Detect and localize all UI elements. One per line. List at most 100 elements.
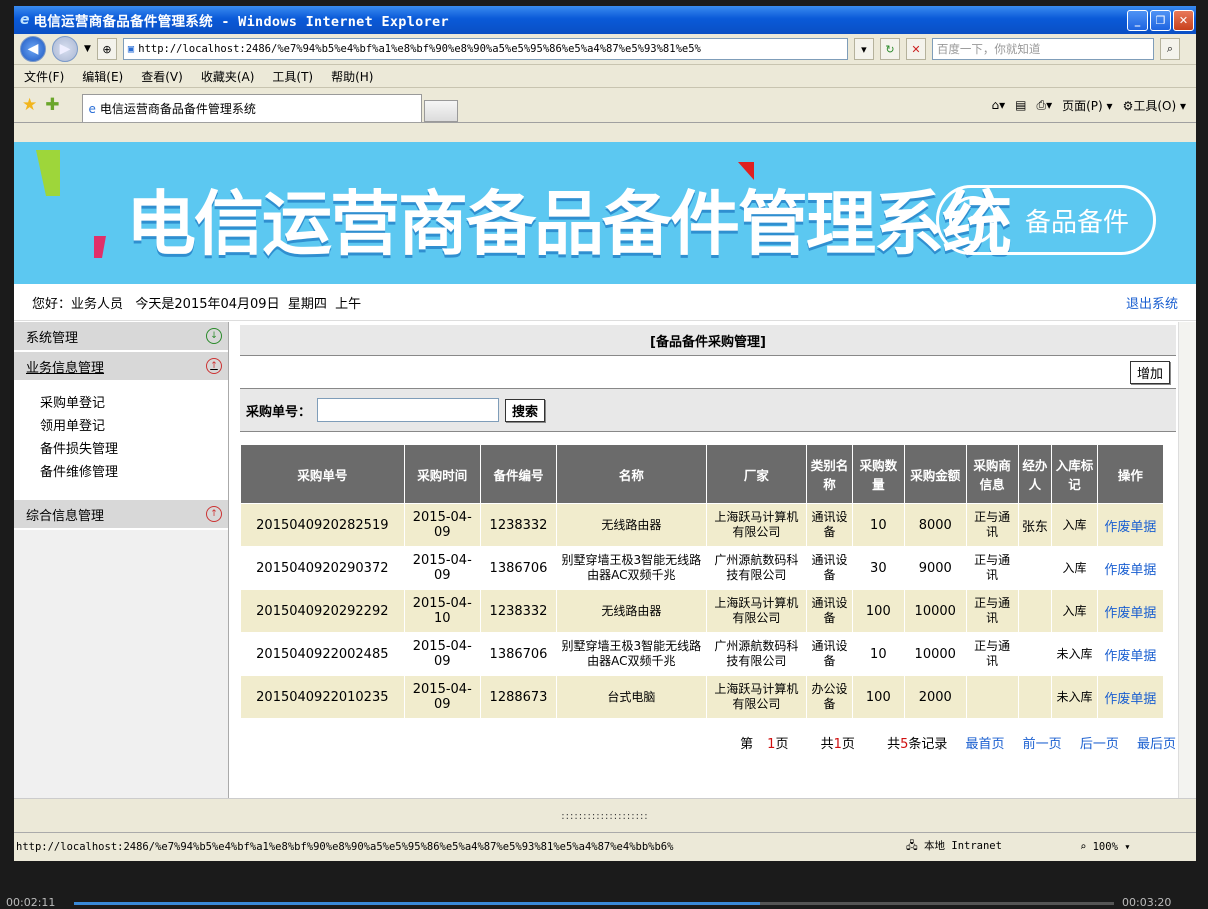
zoom-level[interactable]: ⌕ 100% ▾ <box>1080 841 1131 853</box>
menu-favorites[interactable]: 收藏夹(A) <box>201 68 255 85</box>
void-order-link[interactable]: 作废单据 <box>1096 589 1165 633</box>
print-icon[interactable]: ⎙▾ <box>1037 98 1053 113</box>
expand-icon: ↓ <box>206 328 222 344</box>
menu-tools[interactable]: 工具(T) <box>272 68 313 85</box>
ie-window: e 电信运营商备品备件管理系统 - Windows Internet Explo… <box>14 6 1196 861</box>
prev-page-link[interactable]: 前一页 <box>1023 737 1062 752</box>
cell-name: 别墅穿墙王极3智能无线路由器AC双频千兆 <box>556 632 707 676</box>
history-dropdown-icon[interactable]: ▼ <box>84 44 91 54</box>
frame-splitter[interactable]: :::::::::::::::::::: <box>14 798 1196 832</box>
cell-order-time: 2015-04-09 <box>403 632 481 676</box>
close-button[interactable]: ✕ <box>1173 9 1194 31</box>
refresh-button[interactable]: ↻ <box>879 38 900 60</box>
cell-quantity: 100 <box>851 675 905 719</box>
order-number-input[interactable] <box>317 398 500 422</box>
tab-active[interactable]: e 电信运营商备品备件管理系统 <box>81 94 422 122</box>
minimize-button[interactable]: _ <box>1127 9 1148 31</box>
next-page-link[interactable]: 后一页 <box>1080 737 1119 752</box>
panel-title: [备品备件采购管理] <box>240 325 1176 356</box>
title-bar: e 电信运营商备品备件管理系统 - Windows Internet Explo… <box>14 6 1196 34</box>
void-order-link[interactable]: 作废单据 <box>1096 675 1165 719</box>
cell-stock-flag: 未入库 <box>1051 675 1098 719</box>
maximize-button[interactable]: ❐ <box>1150 9 1171 31</box>
cell-order-no: 2015040920282519 <box>240 503 405 547</box>
total-records-text: 共5条记录 <box>873 737 947 752</box>
new-tab-button[interactable] <box>423 100 458 122</box>
tools-menu[interactable]: ⚙工具(O) ▾ <box>1123 97 1186 114</box>
cell-order-no: 2015040922002485 <box>240 632 405 676</box>
forward-button[interactable]: ▶ <box>52 36 78 62</box>
greeting-bar: 您好：业务人员 今天是2015年04月09日 星期四 上午 退出系统 <box>14 284 1196 321</box>
cell-category: 通讯设备 <box>806 589 853 633</box>
back-button[interactable]: ◀ <box>20 36 46 62</box>
stop-button[interactable]: ✕ <box>905 38 926 60</box>
menu-edit[interactable]: 编辑(E) <box>82 68 123 85</box>
cell-category: 办公设备 <box>806 675 853 719</box>
void-order-link[interactable]: 作废单据 <box>1096 546 1165 590</box>
col-order-time: 采购时间 <box>403 444 481 504</box>
video-progress-fill <box>74 902 761 905</box>
cell-order-time: 2015-04-09 <box>403 503 481 547</box>
table-row: 2015040920292292 2015-04-10 1238332 无线路由… <box>240 589 1165 633</box>
cell-amount: 9000 <box>903 546 967 590</box>
void-order-link[interactable]: 作废单据 <box>1096 632 1165 676</box>
void-order-link[interactable]: 作废单据 <box>1096 503 1165 547</box>
window-title: 电信运营商备品备件管理系统 - Windows Internet Explore… <box>33 14 449 30</box>
cell-vendor: 广州源航数码科技有限公司 <box>705 632 808 676</box>
sidebar-section-system[interactable]: 系统管理 ↓ <box>14 322 228 352</box>
col-order-no: 采购单号 <box>240 444 405 504</box>
url-field[interactable]: ▣ http://localhost:2486/%e7%94%b5%e4%bf%… <box>122 38 848 60</box>
last-page-link[interactable]: 最后页 <box>1137 737 1176 752</box>
logout-link[interactable]: 退出系统 <box>1126 293 1178 312</box>
sidebar-item-requisition[interactable]: 领用单登记 <box>40 415 228 438</box>
favorites-star-icon[interactable]: ★ <box>22 95 37 115</box>
ie-logo-icon: e <box>20 12 30 28</box>
feeds-icon[interactable]: ▤ <box>1015 98 1026 112</box>
cell-order-no: 2015040920292292 <box>240 589 405 633</box>
cell-part-no: 1386706 <box>479 546 558 590</box>
page-menu[interactable]: 页面(P) ▾ <box>1062 97 1112 114</box>
cell-supplier: 正与通讯 <box>965 632 1019 676</box>
search-input[interactable]: 百度一下，你就知道 <box>931 38 1154 60</box>
home-icon[interactable]: ⌂▾ <box>992 98 1006 112</box>
vertical-scrollbar[interactable] <box>1178 322 1196 798</box>
cell-name: 无线路由器 <box>556 503 707 547</box>
col-vendor: 厂家 <box>705 444 808 504</box>
video-progress-bar[interactable] <box>74 902 1114 905</box>
menu-help[interactable]: 帮助(H) <box>331 68 373 85</box>
table-row: 2015040922010235 2015-04-09 1288673 台式电脑… <box>240 675 1165 719</box>
sidebar-item-repair[interactable]: 备件维修管理 <box>40 461 228 484</box>
cell-supplier: 正与通讯 <box>965 589 1019 633</box>
add-favorites-star-icon[interactable]: ✚ <box>45 95 59 115</box>
banner-decoration-pink <box>94 236 106 258</box>
cell-vendor: 广州源航数码科技有限公司 <box>705 546 808 590</box>
search-submit-button[interactable]: 搜索 <box>505 398 546 422</box>
main-panel: [备品备件采购管理] 增加 采购单号： 搜索 采购单号 采购时间 备件编号 名称… <box>240 325 1176 795</box>
cell-part-no: 1288673 <box>479 675 558 719</box>
elapsed-time: 00:02:11 <box>6 896 56 909</box>
page-menu-label: 页面(P) <box>1062 98 1103 113</box>
status-bar: http://localhost:2486/%e7%94%b5%e4%bf%a1… <box>14 832 1196 861</box>
sidebar-item-purchase[interactable]: 采购单登记 <box>40 392 228 415</box>
page-viewport: 电信运营商备品备件管理系统 › 备品备件 您好：业务人员 今天是2015年04月… <box>14 142 1196 832</box>
search-row: 采购单号： 搜索 <box>240 389 1176 432</box>
cell-handler <box>1017 675 1053 719</box>
table-row: 2015040920282519 2015-04-09 1238332 无线路由… <box>240 503 1165 547</box>
sidebar-section-business[interactable]: 业务信息管理 ↑ <box>14 352 228 382</box>
sidebar: 系统管理 ↓ 业务信息管理 ↑ 采购单登记 领用单登记 备件损失管理 备件维修管… <box>14 322 229 798</box>
favorites-bar: ★ ✚ e 电信运营商备品备件管理系统 ⌂▾ ▤ ⎙▾ 页面(P) ▾ ⚙工具(… <box>14 88 1196 123</box>
greeting-text: 您好：业务人员 今天是2015年04月09日 星期四 上午 <box>32 296 362 312</box>
menu-view[interactable]: 查看(V) <box>141 68 183 85</box>
cell-supplier: 正与通讯 <box>965 503 1019 547</box>
cell-handler <box>1017 589 1053 633</box>
add-button[interactable]: 增加 <box>1129 360 1170 384</box>
first-page-link[interactable]: 最首页 <box>966 737 1005 752</box>
search-label: 采购单号： <box>246 404 312 420</box>
pager-text: 页 <box>841 737 855 752</box>
menu-file[interactable]: 文件(F) <box>24 68 64 85</box>
sidebar-section-general[interactable]: 综合信息管理 ↑ <box>14 500 228 530</box>
add-favorite-button[interactable]: ⊕ <box>96 38 117 60</box>
url-dropdown-button[interactable]: ▾ <box>853 38 874 60</box>
sidebar-item-loss[interactable]: 备件损失管理 <box>40 438 228 461</box>
search-button[interactable]: ⌕ <box>1159 38 1180 60</box>
